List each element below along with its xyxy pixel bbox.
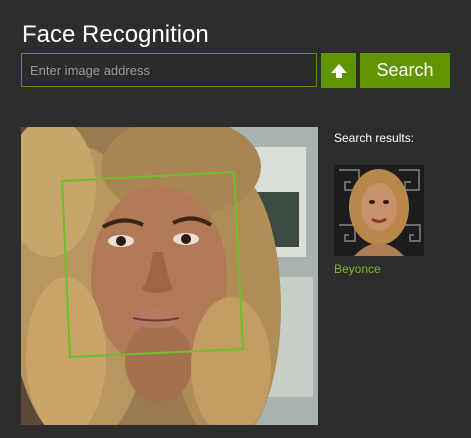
- result-name-link[interactable]: Beyonce: [334, 262, 381, 276]
- page-title: Face Recognition: [22, 21, 209, 48]
- query-photo-image: [21, 127, 318, 425]
- result-thumbnail-image: [334, 165, 424, 256]
- upload-arrow-icon: [330, 63, 347, 78]
- results-heading: Search results:: [334, 131, 415, 145]
- image-address-input[interactable]: [21, 53, 317, 87]
- search-button[interactable]: Search: [360, 53, 450, 88]
- upload-button[interactable]: [321, 53, 356, 88]
- query-photo: [21, 127, 318, 425]
- result-thumbnail[interactable]: [334, 165, 424, 256]
